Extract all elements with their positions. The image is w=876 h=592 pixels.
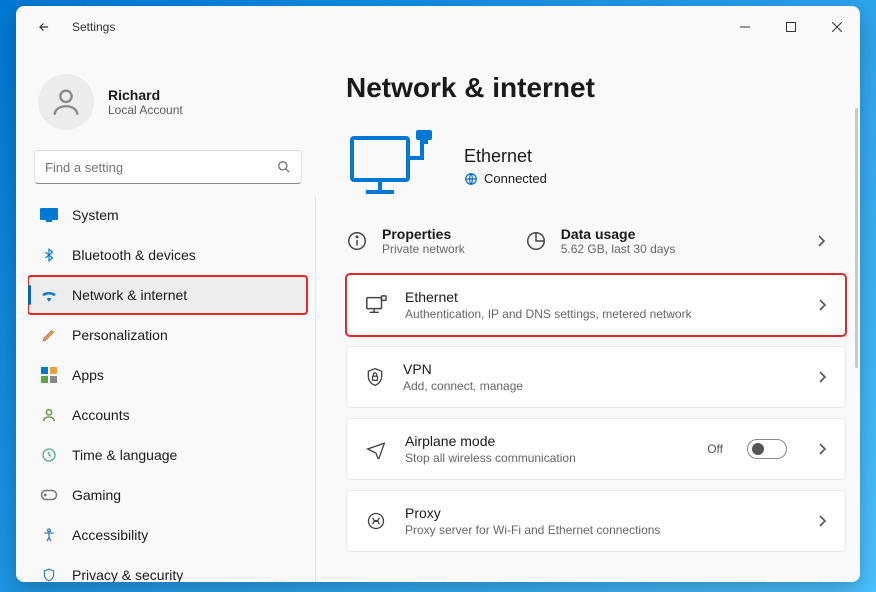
chevron-right-icon: [816, 234, 846, 248]
airplane-icon: [365, 439, 387, 459]
nav-network[interactable]: Network & internet: [28, 276, 307, 314]
accessibility-icon: [40, 526, 58, 544]
airplane-toggle[interactable]: [747, 439, 787, 459]
profile-type: Local Account: [108, 103, 183, 117]
chart-icon: [525, 230, 547, 252]
nav-bluetooth[interactable]: Bluetooth & devices: [28, 236, 307, 274]
sidebar: Richard Local Account System Bluetooth &…: [16, 48, 316, 582]
info-icon: [346, 230, 368, 252]
card-sub: Add, connect, manage: [403, 379, 523, 393]
wifi-icon: [40, 286, 58, 304]
accounts-icon: [40, 406, 58, 424]
gaming-icon: [40, 486, 58, 504]
nav-label: Accessibility: [72, 527, 148, 543]
nav-apps[interactable]: Apps: [28, 356, 307, 394]
scrollbar[interactable]: [855, 108, 858, 368]
settings-window: Settings Richard Local Account: [16, 6, 860, 582]
connection-state: Connected: [484, 171, 547, 186]
card-title: VPN: [403, 361, 523, 377]
nav-accessibility[interactable]: Accessibility: [28, 516, 307, 554]
connection-status: Ethernet Connected: [346, 126, 846, 206]
nav-label: Accounts: [72, 407, 130, 423]
globe-icon: [464, 172, 478, 186]
info-row: Properties Private network Data usage 5.…: [346, 218, 846, 274]
nav-label: Personalization: [72, 327, 168, 343]
card-sub: Authentication, IP and DNS settings, met…: [405, 307, 692, 321]
clock-icon: [40, 446, 58, 464]
search-icon: [277, 160, 291, 174]
card-title: Proxy: [405, 505, 660, 521]
chevron-right-icon: [817, 514, 827, 528]
data-usage-title: Data usage: [561, 226, 676, 242]
apps-icon: [40, 366, 58, 384]
system-icon: [40, 206, 58, 224]
nav-list: System Bluetooth & devices Network & int…: [28, 196, 316, 582]
nav-label: Time & language: [72, 447, 177, 463]
computer-ethernet-icon: [346, 126, 442, 206]
maximize-button[interactable]: [768, 11, 814, 43]
card-title: Airplane mode: [405, 433, 576, 449]
back-button[interactable]: [32, 15, 56, 39]
data-usage-link[interactable]: Data usage 5.62 GB, last 30 days: [525, 226, 846, 256]
nav-accounts[interactable]: Accounts: [28, 396, 307, 434]
search-input[interactable]: [45, 160, 277, 175]
close-button[interactable]: [814, 11, 860, 43]
nav-privacy[interactable]: Privacy & security: [28, 556, 307, 582]
minimize-button[interactable]: [722, 11, 768, 43]
nav-gaming[interactable]: Gaming: [28, 476, 307, 514]
chevron-right-icon: [817, 370, 827, 384]
card-sub: Proxy server for Wi-Fi and Ethernet conn…: [405, 523, 660, 537]
window-controls: [722, 11, 860, 43]
titlebar: Settings: [16, 6, 860, 48]
shield-icon: [40, 566, 58, 582]
nav-label: Network & internet: [72, 287, 187, 303]
nav-label: System: [72, 207, 119, 223]
airplane-card[interactable]: Airplane mode Stop all wireless communic…: [346, 418, 846, 480]
card-title: Ethernet: [405, 289, 692, 305]
page-title: Network & internet: [346, 72, 846, 104]
proxy-icon: [365, 511, 387, 531]
nav-label: Bluetooth & devices: [72, 247, 196, 263]
proxy-card[interactable]: Proxy Proxy server for Wi-Fi and Etherne…: [346, 490, 846, 552]
nav-personalization[interactable]: Personalization: [28, 316, 307, 354]
bluetooth-icon: [40, 246, 58, 264]
vpn-shield-icon: [365, 366, 385, 388]
chevron-right-icon: [817, 298, 827, 312]
brush-icon: [40, 326, 58, 344]
profile-block[interactable]: Richard Local Account: [28, 60, 308, 150]
nav-label: Apps: [72, 367, 104, 383]
properties-sub: Private network: [382, 242, 465, 256]
properties-link[interactable]: Properties Private network: [346, 226, 465, 256]
connection-name: Ethernet: [464, 146, 547, 167]
card-sub: Stop all wireless communication: [405, 451, 576, 465]
avatar: [38, 74, 94, 130]
properties-title: Properties: [382, 226, 465, 242]
main-content: Network & internet Ethernet: [316, 48, 860, 582]
ethernet-icon: [365, 295, 387, 315]
ethernet-card[interactable]: Ethernet Authentication, IP and DNS sett…: [346, 274, 846, 336]
toggle-state: Off: [707, 442, 723, 456]
profile-name: Richard: [108, 87, 183, 103]
nav-system[interactable]: System: [28, 196, 307, 234]
nav-time-language[interactable]: Time & language: [28, 436, 307, 474]
nav-label: Privacy & security: [72, 567, 183, 582]
window-title: Settings: [72, 20, 115, 34]
chevron-right-icon: [817, 442, 827, 456]
data-usage-sub: 5.62 GB, last 30 days: [561, 242, 676, 256]
vpn-card[interactable]: VPN Add, connect, manage: [346, 346, 846, 408]
search-box[interactable]: [34, 150, 302, 184]
nav-label: Gaming: [72, 487, 121, 503]
